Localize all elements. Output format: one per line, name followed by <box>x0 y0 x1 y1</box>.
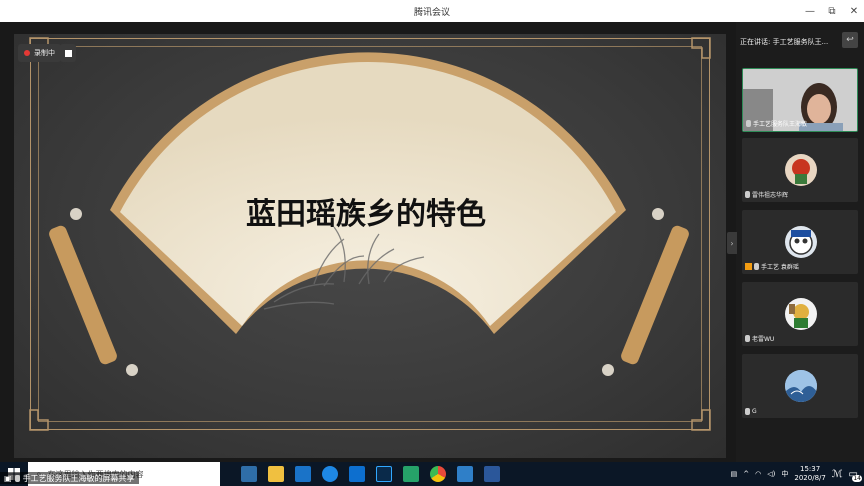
avatar <box>785 298 817 330</box>
store-icon[interactable] <box>241 466 257 482</box>
clock-time: 15:37 <box>800 465 821 473</box>
presentation-slide: 蓝田瑶族乡的特色 <box>14 34 726 458</box>
participant-tile-1[interactable]: 雷伟祖志华辉 <box>742 138 858 202</box>
host-badge-icon <box>745 263 752 270</box>
stop-recording-button[interactable] <box>60 44 76 62</box>
wifi-icon[interactable]: ◠ <box>755 470 761 478</box>
slide-title: 蓝田瑶族乡的特色 <box>246 197 486 232</box>
mic-icon <box>14 474 20 482</box>
screen-share-caption: ▣ 手工艺服务队王海敏的屏幕共享 <box>0 472 139 484</box>
photos-icon[interactable] <box>457 466 473 482</box>
meeting-window: 腾讯会议 — ⧉ ✕ 录制中 蓝田瑶族乡的特色 ▣ 手工艺服务队王海敏的屏幕共享… <box>0 0 864 486</box>
clock[interactable]: 15:37 2020/8/7 <box>794 465 825 483</box>
mail-icon[interactable] <box>295 466 311 482</box>
system-tray: ▤ ^ ◠ ◁) 中 15:37 2020/8/7 ℳ ▭ 14 <box>731 462 864 486</box>
volume-icon[interactable]: ◁) <box>767 470 775 478</box>
participant-name: 雷伟祖志华辉 <box>745 190 788 199</box>
title-bar: 腾讯会议 — ⧉ ✕ <box>0 0 864 22</box>
restore-button[interactable]: ⧉ <box>826 6 838 17</box>
avatar <box>785 154 817 186</box>
mic-muted-icon <box>745 408 750 415</box>
participant-name: G <box>745 408 757 415</box>
tencent-meeting-tray-icon[interactable]: ℳ <box>832 469 843 480</box>
recording-badge[interactable]: 录制中 <box>18 44 61 62</box>
outlook-icon[interactable] <box>349 466 365 482</box>
window-controls: — ⧉ ✕ <box>804 0 860 22</box>
recording-label: 录制中 <box>34 49 55 57</box>
language-icon[interactable]: 中 <box>781 469 788 479</box>
clock-date: 2020/8/7 <box>794 474 826 482</box>
file-explorer-icon[interactable] <box>268 466 284 482</box>
participant-tile-4[interactable]: G <box>742 354 858 418</box>
panel-toggle-chevron-icon[interactable]: › <box>727 232 737 254</box>
mic-icon <box>746 120 751 127</box>
chevron-up-icon[interactable]: ^ <box>743 470 749 478</box>
screen-share-area: 录制中 蓝田瑶族乡的特色 ▣ 手工艺服务队王海敏的屏幕共享 <box>0 22 736 484</box>
slide-artwork: 蓝田瑶族乡的特色 <box>29 37 711 431</box>
participant-tile-2[interactable]: 手工艺 袁群瑶 <box>742 210 858 274</box>
participant-tile-0[interactable]: 手工艺服务队王海敏 <box>742 68 858 132</box>
participant-name: 手工艺服务队王海敏 <box>746 119 807 128</box>
notification-count: 14 <box>852 474 862 482</box>
window-title: 腾讯会议 <box>413 7 450 18</box>
mic-muted-icon <box>745 191 750 198</box>
edge-icon[interactable] <box>322 466 338 482</box>
mic-muted-icon <box>745 335 750 342</box>
participants-panel: 正在讲话: 手工艺服务队王... ↩ 手工艺服务队王海敏 雷伟祖志华辉 手工艺 … <box>736 22 864 462</box>
mic-muted-icon <box>754 263 759 270</box>
input-method-icon[interactable]: ▤ <box>731 470 738 478</box>
word-icon[interactable] <box>484 466 500 482</box>
stop-icon <box>64 49 72 57</box>
record-dot-icon <box>24 50 30 56</box>
avatar <box>785 370 817 402</box>
minimize-button[interactable]: — <box>804 6 816 17</box>
close-button[interactable]: ✕ <box>848 6 860 17</box>
wps-icon[interactable] <box>403 466 419 482</box>
participant-name: 老雷WU <box>745 334 774 343</box>
share-caption-text: 手工艺服务队王海敏的屏幕共享 <box>22 473 135 483</box>
participant-tile-3[interactable]: 老雷WU <box>742 282 858 346</box>
back-icon[interactable]: ↩ <box>842 32 858 48</box>
chrome-icon[interactable] <box>430 466 446 482</box>
notification-button[interactable]: ▭ 14 <box>849 469 862 482</box>
photoshop-icon[interactable] <box>376 466 392 482</box>
participant-name: 手工艺 袁群瑶 <box>745 262 799 271</box>
avatar <box>785 226 817 258</box>
screen-share-icon: ▣ <box>4 473 12 483</box>
